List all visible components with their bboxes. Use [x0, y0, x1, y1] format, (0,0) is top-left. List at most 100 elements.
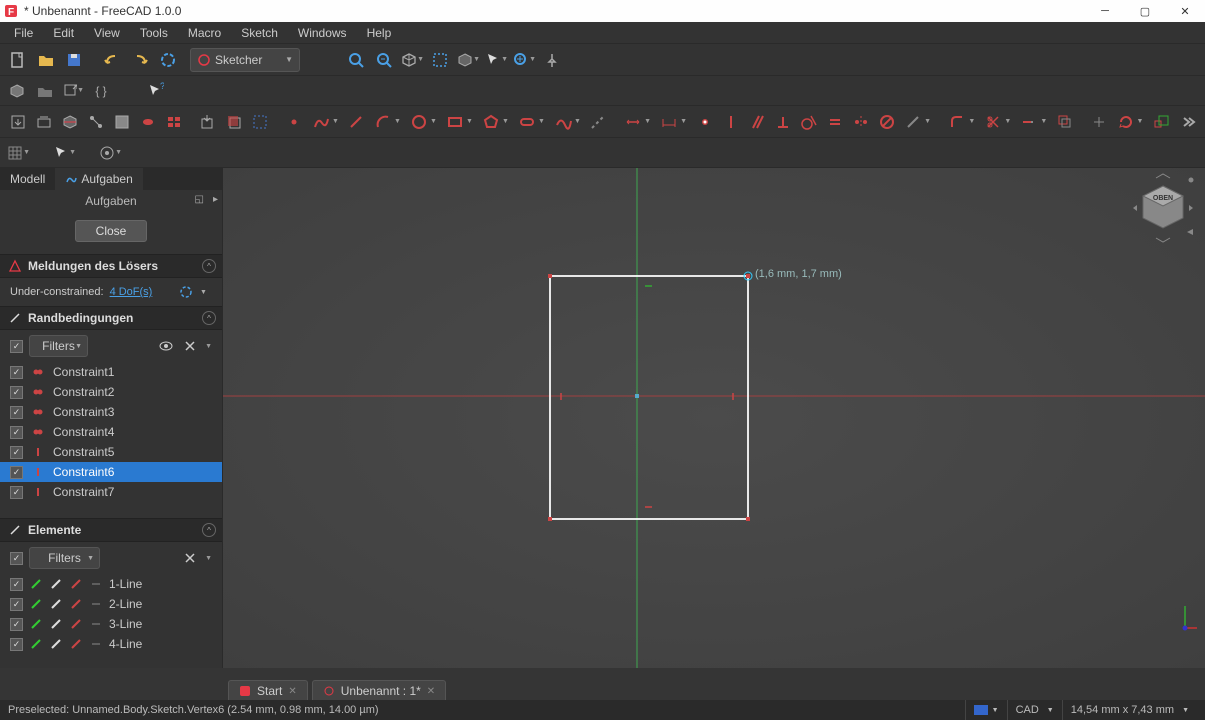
- element-item[interactable]: ✓ 4-Line: [0, 634, 222, 654]
- checkbox[interactable]: ✓: [10, 598, 23, 611]
- nav-style-indicator[interactable]: ▼: [965, 700, 1007, 720]
- constraint-item[interactable]: ✓Constraint5: [0, 442, 222, 462]
- trim-icon[interactable]: ▼: [981, 110, 1015, 134]
- zoom-fit-icon[interactable]: [344, 48, 368, 72]
- arc-icon[interactable]: ▼: [370, 110, 404, 134]
- fillet-icon[interactable]: ▼: [945, 110, 979, 134]
- view-iso-icon[interactable]: ▼: [400, 48, 424, 72]
- snap-icon[interactable]: [84, 110, 108, 134]
- constraint-filter-button[interactable]: Filters▼: [29, 335, 88, 357]
- block-icon[interactable]: [875, 110, 899, 134]
- settings-icon[interactable]: [181, 549, 199, 567]
- symmetric-icon[interactable]: [849, 110, 873, 134]
- constraint-item[interactable]: ✓Constraint7: [0, 482, 222, 502]
- workbench-selector[interactable]: Sketcher ▼: [190, 48, 300, 72]
- constraint-item[interactable]: ✓Constraint2: [0, 382, 222, 402]
- new-file-icon[interactable]: [6, 48, 30, 72]
- zoom-window-icon[interactable]: [372, 48, 396, 72]
- close-tab-icon[interactable]: ✕: [288, 686, 296, 697]
- vertical-icon[interactable]: [719, 110, 743, 134]
- doc-tab-start[interactable]: Start ✕: [228, 680, 308, 702]
- tab-modell[interactable]: Modell: [0, 168, 55, 190]
- dimensions-indicator[interactable]: 14,54 mm x 7,43 mm▼: [1062, 700, 1197, 720]
- leave-sketch-icon[interactable]: [6, 110, 30, 134]
- dof-link[interactable]: 4 DoF(s): [110, 286, 153, 298]
- doc-tab-unbenannt[interactable]: Unbenannt : 1* ✕: [312, 680, 446, 702]
- checkbox[interactable]: ✓: [10, 366, 23, 379]
- part-icon[interactable]: [6, 80, 28, 102]
- point-icon[interactable]: [282, 110, 306, 134]
- perpendicular-icon[interactable]: [771, 110, 795, 134]
- close-tab-icon[interactable]: ✕: [427, 686, 435, 697]
- extend-icon[interactable]: ▼: [1017, 110, 1051, 134]
- circle-icon[interactable]: ▼: [406, 110, 440, 134]
- rotate-icon[interactable]: ▼: [1113, 110, 1147, 134]
- pin-icon[interactable]: [540, 48, 564, 72]
- filter-check[interactable]: ✓: [10, 552, 23, 565]
- collapse-icon[interactable]: ^: [202, 311, 216, 325]
- maximize-button[interactable]: ▢: [1125, 0, 1165, 22]
- tasks-expand-icon[interactable]: ◱: [195, 194, 204, 205]
- close-window-button[interactable]: ✕: [1165, 0, 1205, 22]
- checkbox[interactable]: ✓: [10, 578, 23, 591]
- draw-style-icon[interactable]: ▼: [456, 48, 480, 72]
- snap-mode-icon[interactable]: ▼: [98, 141, 122, 165]
- polyline-icon[interactable]: ▼: [308, 110, 342, 134]
- more-icon[interactable]: [1175, 110, 1199, 134]
- constraints-section-header[interactable]: Randbedingungen ^: [0, 306, 222, 330]
- solver-section-header[interactable]: Meldungen des Lösers ^: [0, 254, 222, 278]
- mode-indicator[interactable]: CAD▼: [1007, 700, 1062, 720]
- link-icon[interactable]: ▼: [62, 80, 84, 102]
- save-file-icon[interactable]: [62, 48, 86, 72]
- menu-help[interactable]: Help: [357, 23, 402, 43]
- equal-icon[interactable]: [823, 110, 847, 134]
- checkbox[interactable]: ✓: [10, 466, 23, 479]
- grid-icon[interactable]: ▼: [6, 141, 30, 165]
- hdist-icon[interactable]: ▼: [657, 110, 691, 134]
- stop2-icon[interactable]: [162, 110, 186, 134]
- filter-check[interactable]: ✓: [10, 340, 23, 353]
- slot-icon[interactable]: ▼: [514, 110, 548, 134]
- stop-icon[interactable]: [136, 110, 160, 134]
- constraint-item[interactable]: ✓Constraint3: [0, 402, 222, 422]
- menu-tools[interactable]: Tools: [130, 23, 178, 43]
- collapse-icon[interactable]: ^: [202, 259, 216, 273]
- constraint-item[interactable]: ✓Constraint4: [0, 422, 222, 442]
- sketch-canvas[interactable]: (1,6 mm, 1,7 mm) OBEN: [223, 168, 1205, 668]
- menu-file[interactable]: File: [4, 23, 43, 43]
- element-item[interactable]: ✓ 1-Line: [0, 574, 222, 594]
- offset-icon[interactable]: [1053, 110, 1077, 134]
- coincident-icon[interactable]: [693, 110, 717, 134]
- visibility-icon[interactable]: [157, 337, 175, 355]
- redo-icon[interactable]: [128, 48, 152, 72]
- solve-refresh-icon[interactable]: [178, 284, 194, 300]
- close-task-button[interactable]: Close: [75, 220, 147, 242]
- menu-sketch[interactable]: Sketch: [231, 23, 288, 43]
- constraint-item[interactable]: ✓Constraint1: [0, 362, 222, 382]
- view-section-icon[interactable]: [58, 110, 82, 134]
- element-item[interactable]: ✓ 3-Line: [0, 614, 222, 634]
- rectangle-icon[interactable]: ▼: [442, 110, 476, 134]
- menu-edit[interactable]: Edit: [43, 23, 84, 43]
- menu-macro[interactable]: Macro: [178, 23, 231, 43]
- group-icon[interactable]: [34, 80, 56, 102]
- transform-sep-icon[interactable]: [1087, 110, 1111, 134]
- whats-this-icon[interactable]: ?: [144, 80, 166, 102]
- elements-section-header[interactable]: Elemente ^: [0, 518, 222, 542]
- line-icon[interactable]: [344, 110, 368, 134]
- element-filter-button[interactable]: Filters▼: [29, 547, 100, 569]
- dimension-icon[interactable]: ▼: [621, 110, 655, 134]
- ref-toggle-icon[interactable]: ▼: [901, 110, 935, 134]
- element-item[interactable]: ✓ 2-Line: [0, 594, 222, 614]
- varset-icon[interactable]: { }: [90, 80, 112, 102]
- refresh-icon[interactable]: [156, 48, 180, 72]
- checkbox[interactable]: ✓: [10, 618, 23, 631]
- menu-windows[interactable]: Windows: [288, 23, 357, 43]
- carbon-copy-icon[interactable]: [222, 110, 246, 134]
- bspline-icon[interactable]: ▼: [550, 110, 584, 134]
- polygon-icon[interactable]: ▼: [478, 110, 512, 134]
- minimize-button[interactable]: ─: [1085, 0, 1125, 22]
- toggle-construct-icon[interactable]: [248, 110, 272, 134]
- tangent-icon[interactable]: [797, 110, 821, 134]
- import-geom-icon[interactable]: [196, 110, 220, 134]
